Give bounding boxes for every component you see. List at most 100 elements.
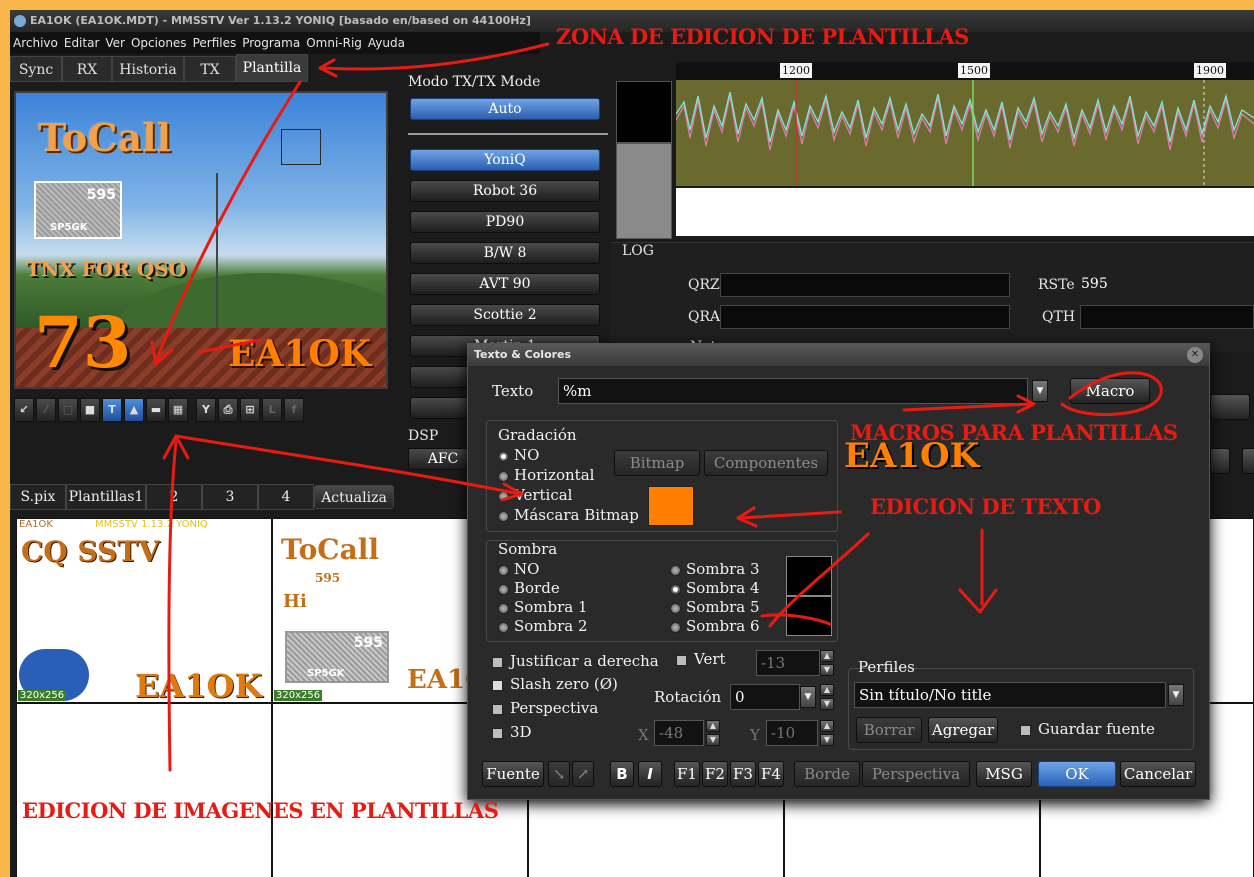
tab-plantillas1[interactable]: Plantillas1 bbox=[66, 484, 146, 510]
grid-tool-icon[interactable]: ▦ bbox=[168, 398, 188, 422]
x-spinner[interactable]: ▲ ▼ bbox=[706, 720, 720, 746]
preview-qsl-box[interactable]: 595 SP5GK bbox=[34, 181, 122, 239]
selection-box[interactable] bbox=[281, 129, 321, 165]
mode-robot36-button[interactable]: Robot 36 bbox=[410, 180, 600, 202]
waterfall-area[interactable] bbox=[676, 188, 1254, 236]
gradacion-no-radio[interactable] bbox=[498, 451, 509, 462]
image-tool-icon[interactable]: ▲ bbox=[124, 398, 144, 422]
sombra-no-radio[interactable] bbox=[498, 565, 509, 576]
menu-ver[interactable]: Ver bbox=[102, 36, 128, 50]
menu-ayuda[interactable]: Ayuda bbox=[365, 36, 408, 50]
tab-sync[interactable]: Sync bbox=[10, 56, 62, 82]
rotacion-spinner[interactable]: ▲ ▼ bbox=[820, 684, 834, 710]
cancelar-button[interactable]: Cancelar bbox=[1120, 761, 1196, 787]
qth-field[interactable] bbox=[1080, 305, 1254, 329]
thumb-template-1[interactable]: EA1OK MMSSTV 1.13.2 YONIQ CQ SSTV EA1OK … bbox=[16, 518, 272, 703]
texto-input[interactable]: %m bbox=[558, 378, 1028, 404]
paste-tool-icon[interactable]: ⎙ bbox=[218, 398, 238, 422]
gradacion-no-label[interactable]: NO bbox=[514, 446, 539, 464]
italic-button[interactable]: I bbox=[638, 761, 662, 787]
rotacion-input[interactable]: 0 bbox=[730, 684, 800, 710]
sombra-4-radio[interactable] bbox=[670, 584, 681, 595]
tab-3[interactable]: 3 bbox=[202, 484, 258, 510]
gradient-color-swatch[interactable] bbox=[648, 486, 694, 526]
mode-avt90-button[interactable]: AVT 90 bbox=[410, 273, 600, 295]
f2-button[interactable]: F2 bbox=[702, 761, 728, 787]
sombra-4-label[interactable]: Sombra 4 bbox=[686, 579, 760, 597]
mode-bw8-button[interactable]: B/W 8 bbox=[410, 242, 600, 264]
perfiles-dropdown-icon[interactable]: ▼ bbox=[1168, 684, 1184, 706]
thumb-template-6[interactable] bbox=[16, 703, 272, 877]
sombra-5-radio[interactable] bbox=[670, 603, 681, 614]
f3-button[interactable]: F3 bbox=[730, 761, 756, 787]
sombra-3-radio[interactable] bbox=[670, 565, 681, 576]
f-tool-icon[interactable]: f bbox=[284, 398, 304, 422]
spectrum-scope[interactable] bbox=[675, 80, 1254, 186]
sombra-borde-radio[interactable] bbox=[498, 584, 509, 595]
sombra-2-label[interactable]: Sombra 2 bbox=[514, 617, 588, 635]
gradacion-vertical-label[interactable]: Vertical bbox=[514, 486, 572, 504]
preview-tnx[interactable]: TNX FOR QSO bbox=[26, 257, 186, 281]
sombra-2-radio[interactable] bbox=[498, 622, 509, 633]
text-tool-icon[interactable]: T bbox=[102, 398, 122, 422]
sombra-3-label[interactable]: Sombra 3 bbox=[686, 560, 760, 578]
line-tool-icon[interactable]: ⁄ bbox=[36, 398, 56, 422]
perspectiva-button[interactable]: Perspectiva bbox=[862, 761, 970, 787]
sombra-5-label[interactable]: Sombra 5 bbox=[686, 598, 760, 616]
vert-checkbox[interactable] bbox=[676, 655, 687, 666]
auto-button[interactable]: Auto bbox=[410, 98, 600, 120]
expand-icon[interactable]: ↗ bbox=[572, 761, 594, 787]
agregar-button[interactable]: Agregar bbox=[928, 717, 998, 743]
vert-label[interactable]: Vert bbox=[694, 650, 726, 668]
sombra-borde-label[interactable]: Borde bbox=[514, 579, 560, 597]
texto-dropdown-icon[interactable]: ▼ bbox=[1032, 380, 1048, 402]
rect-tool-icon[interactable]: □ bbox=[58, 398, 78, 422]
menu-editar[interactable]: Editar bbox=[61, 36, 103, 50]
preview-tocall[interactable]: ToCall bbox=[38, 115, 171, 160]
componentes-button[interactable]: Componentes bbox=[704, 450, 828, 476]
preview-73[interactable]: 73 bbox=[34, 301, 131, 384]
sombra-6-label[interactable]: Sombra 6 bbox=[686, 617, 760, 635]
right-panel-button-3[interactable] bbox=[1242, 448, 1254, 474]
right-panel-button-2[interactable] bbox=[1210, 448, 1230, 474]
color-bar-tool-icon[interactable]: ▬ bbox=[146, 398, 166, 422]
shadow-color-swatch-1[interactable] bbox=[786, 556, 832, 596]
mode-yoniq-button[interactable]: YoniQ bbox=[410, 149, 600, 171]
tab-tx[interactable]: TX bbox=[184, 56, 236, 82]
vert-spinner[interactable]: ▲ ▼ bbox=[820, 650, 834, 676]
fuente-button[interactable]: Fuente bbox=[482, 761, 544, 787]
preview-callsign[interactable]: EA1OK bbox=[228, 333, 371, 375]
menu-perfiles[interactable]: Perfiles bbox=[190, 36, 240, 50]
justificar-checkbox[interactable] bbox=[492, 657, 503, 668]
actualiza-button[interactable]: Actualiza bbox=[314, 485, 394, 509]
borrar-button[interactable]: Borrar bbox=[856, 717, 922, 743]
gradacion-horizontal-label[interactable]: Horizontal bbox=[514, 466, 594, 484]
slash-zero-checkbox[interactable] bbox=[492, 680, 503, 691]
tab-2[interactable]: 2 bbox=[146, 484, 202, 510]
qra-field[interactable] bbox=[720, 305, 1010, 329]
tab-plantilla[interactable]: Plantilla bbox=[236, 54, 308, 82]
shrink-icon[interactable]: ↘ bbox=[548, 761, 570, 787]
menu-programa[interactable]: Programa bbox=[239, 36, 303, 50]
borde-button[interactable]: Borde bbox=[794, 761, 860, 787]
gradacion-mascara-radio[interactable] bbox=[498, 511, 509, 522]
ok-button[interactable]: OK bbox=[1038, 761, 1116, 787]
f4-button[interactable]: F4 bbox=[758, 761, 784, 787]
guardar-fuente-checkbox[interactable] bbox=[1020, 725, 1031, 736]
guardar-fuente-label[interactable]: Guardar fuente bbox=[1038, 720, 1155, 738]
perspectiva-checkbox[interactable] bbox=[492, 704, 503, 715]
f1-button[interactable]: F1 bbox=[674, 761, 700, 787]
y-input[interactable]: -10 bbox=[766, 720, 818, 746]
mode-pd90-button[interactable]: PD90 bbox=[410, 211, 600, 233]
filled-rect-tool-icon[interactable]: ■ bbox=[80, 398, 100, 422]
template-preview[interactable]: ToCall 595 SP5GK TNX FOR QSO 73 EA1OK bbox=[14, 91, 388, 389]
menu-archivo[interactable]: Archivo bbox=[10, 36, 61, 50]
y-spinner[interactable]: ▲ ▼ bbox=[820, 720, 834, 746]
vert-input[interactable]: -13 bbox=[756, 650, 820, 676]
slash-zero-label[interactable]: Slash zero (Ø) bbox=[510, 675, 618, 693]
3d-checkbox[interactable] bbox=[492, 728, 503, 739]
gradacion-vertical-radio[interactable] bbox=[498, 491, 509, 502]
tab-4[interactable]: 4 bbox=[258, 484, 314, 510]
shadow-color-swatch-2[interactable] bbox=[786, 596, 832, 636]
bitmap-button[interactable]: Bitmap bbox=[614, 450, 700, 476]
